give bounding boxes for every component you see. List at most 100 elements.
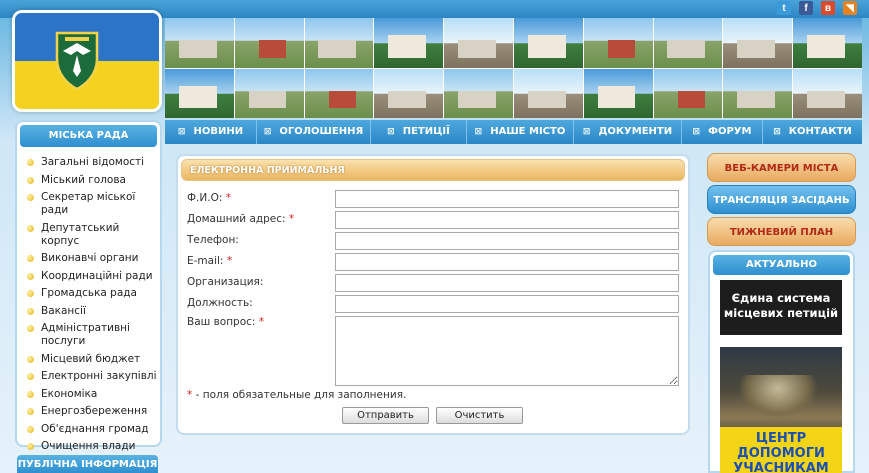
city-photo <box>514 18 583 68</box>
city-photo <box>653 68 723 118</box>
address-input[interactable] <box>335 211 679 229</box>
field-label-phone: Телефон: <box>187 234 239 246</box>
sidebar-item-lustration[interactable]: Очищення влади <box>25 440 160 453</box>
required-mark: * <box>187 389 193 401</box>
city-photo <box>374 68 444 118</box>
nav-bullet-icon: ⊠ <box>692 127 701 137</box>
organization-input[interactable] <box>335 274 679 292</box>
email-input[interactable] <box>335 253 679 271</box>
city-photo <box>165 18 234 68</box>
question-textarea[interactable] <box>335 316 679 386</box>
city-photo <box>444 18 513 68</box>
position-input[interactable] <box>335 295 679 313</box>
sidebar-public-info-title[interactable]: ПУБЛІЧНА ІНФОРМАЦІЯ <box>17 455 158 473</box>
required-mark: * <box>225 192 231 204</box>
sidebar-item-local-budget[interactable]: Місцевий бюджет <box>25 353 160 366</box>
vk-icon[interactable]: в <box>821 1 835 15</box>
submit-button[interactable]: Отправить <box>342 407 429 424</box>
sidebar-item-energy-saving[interactable]: Енергозбереження <box>25 405 160 418</box>
sidebar-item-executive-bodies[interactable]: Виконавчі органи <box>25 252 160 265</box>
city-photo <box>793 18 862 68</box>
nav-bullet-icon: ⊠ <box>582 127 591 137</box>
field-label-fullname: Ф.И.О: * <box>187 192 231 204</box>
nav-bullet-icon: ⊠ <box>474 127 483 137</box>
bullet-icon <box>27 255 34 262</box>
social-links: t f в ◥ <box>777 1 857 15</box>
coat-of-arms-icon <box>55 31 99 91</box>
city-photo <box>304 18 374 68</box>
e-reception-panel: ЕЛЕКТРОННА ПРИЙМАЛЬНЯ Ф.И.О: * Домашний … <box>176 154 690 435</box>
nav-bullet-icon: ⊠ <box>387 127 395 137</box>
help-center-label: ЦЕНТР ДОПОМОГИ УЧАСНИКАМ <box>720 427 842 473</box>
nav-bullet-icon: ⊠ <box>177 127 186 137</box>
required-mark: * <box>226 255 233 267</box>
city-photo <box>165 68 234 118</box>
facebook-icon[interactable]: f <box>799 1 813 15</box>
webcams-button[interactable]: ВЕБ-КАМЕРИ МІСТА <box>707 153 856 182</box>
petitions-banner[interactable]: Єдина система місцевих петицій <box>720 280 842 335</box>
bullet-icon <box>27 425 34 433</box>
sidebar-title: МІСЬКА РАДА <box>20 125 157 147</box>
bullet-icon <box>27 325 34 332</box>
field-label-question: Ваш вопрос: * <box>187 316 265 328</box>
soldiers-image <box>738 375 818 420</box>
sidebar-city-council: МІСЬКА РАДА Загальні відомості Міський г… <box>15 120 162 452</box>
nav-news[interactable]: ⊠ НОВИНИ <box>165 120 257 144</box>
city-photo-collage <box>165 18 862 118</box>
city-photo <box>234 18 304 68</box>
sidebar-item-communities[interactable]: Об'єднання громад <box>25 423 160 436</box>
required-mark: * <box>258 316 265 328</box>
city-photo <box>653 18 723 68</box>
nav-contacts[interactable]: ⊠ КОНТАКТИ <box>763 120 862 144</box>
nav-announcements[interactable]: ⊠ ОГОЛОШЕННЯ <box>257 120 371 144</box>
bullet-icon <box>27 224 34 232</box>
actual-panel: АКТУАЛЬНО Єдина система місцевих петицій… <box>708 250 855 473</box>
sidebar-item-mayor[interactable]: Міський голова <box>25 174 160 187</box>
help-center-banner[interactable]: ЦЕНТР ДОПОМОГИ УЧАСНИКАМ <box>720 347 842 473</box>
field-label-email: E-mail: * <box>187 255 233 267</box>
bullet-icon <box>27 390 34 398</box>
sidebar-item-coordination-councils[interactable]: Координаційні ради <box>25 270 160 283</box>
sidebar-item-general-info[interactable]: Загальні відомості <box>25 156 160 169</box>
sidebar-item-deputies[interactable]: Депутатський корпус <box>25 222 160 248</box>
sidebar-item-e-procurement[interactable]: Електронні закупівлі <box>25 370 160 383</box>
sidebar-item-secretary[interactable]: Секретар міської ради <box>25 191 160 217</box>
nav-our-city[interactable]: ⊠ НАШЕ МІСТО <box>467 120 574 144</box>
sidebar-item-economy[interactable]: Економіка <box>25 388 160 401</box>
actual-title: АКТУАЛЬНО <box>713 255 850 275</box>
broadcast-button[interactable]: ТРАНСЛЯЦІЯ ЗАСІДАНЬ <box>707 185 856 214</box>
bullet-icon <box>27 408 34 415</box>
bullet-icon <box>27 355 34 363</box>
sidebar-item-admin-services[interactable]: Адміністративні послуги <box>25 322 160 348</box>
main-nav: ⊠ НОВИНИ ⊠ ОГОЛОШЕННЯ ⊠ ПЕТИЦІЇ ⊠ НАШЕ МІСТО… <box>165 120 862 144</box>
nav-forum[interactable]: ⊠ ФОРУМ <box>682 120 763 144</box>
reset-button[interactable]: Очистить <box>436 407 523 424</box>
bullet-icon <box>27 290 34 297</box>
city-logo[interactable] <box>12 10 162 112</box>
bullet-icon <box>27 159 34 166</box>
sidebar-item-public-council[interactable]: Громадська рада <box>25 287 160 300</box>
city-photo <box>583 68 653 118</box>
rss-icon[interactable]: ◥ <box>843 1 857 15</box>
fullname-input[interactable] <box>335 190 679 208</box>
nav-documents[interactable]: ⊠ ДОКУМЕНТИ <box>574 120 682 144</box>
bullet-icon <box>27 307 34 315</box>
field-label-address: Домашний адрес: * <box>187 213 295 225</box>
weekly-plan-button[interactable]: ТИЖНЕВИЙ ПЛАН <box>707 217 856 246</box>
nav-bullet-icon: ⊠ <box>263 127 272 137</box>
e-reception-title: ЕЛЕКТРОННА ПРИЙМАЛЬНЯ <box>181 159 685 181</box>
field-label-position: Должность: <box>187 297 253 309</box>
nav-petitions[interactable]: ⊠ ПЕТИЦІЇ <box>371 120 467 144</box>
bullet-icon <box>27 176 34 184</box>
city-photo <box>374 18 444 68</box>
city-photo <box>723 18 793 68</box>
required-note: * - поля обязательные для заполнения. <box>187 389 407 401</box>
sidebar-menu: Загальні відомості Міський голова Секрет… <box>17 150 160 453</box>
phone-input[interactable] <box>335 232 679 250</box>
bullet-icon <box>27 194 34 201</box>
twitter-icon[interactable]: t <box>777 1 791 15</box>
bullet-icon <box>27 443 34 450</box>
required-mark: * <box>288 213 295 225</box>
city-photo <box>793 68 862 118</box>
sidebar-item-vacancies[interactable]: Вакансії <box>25 305 160 318</box>
